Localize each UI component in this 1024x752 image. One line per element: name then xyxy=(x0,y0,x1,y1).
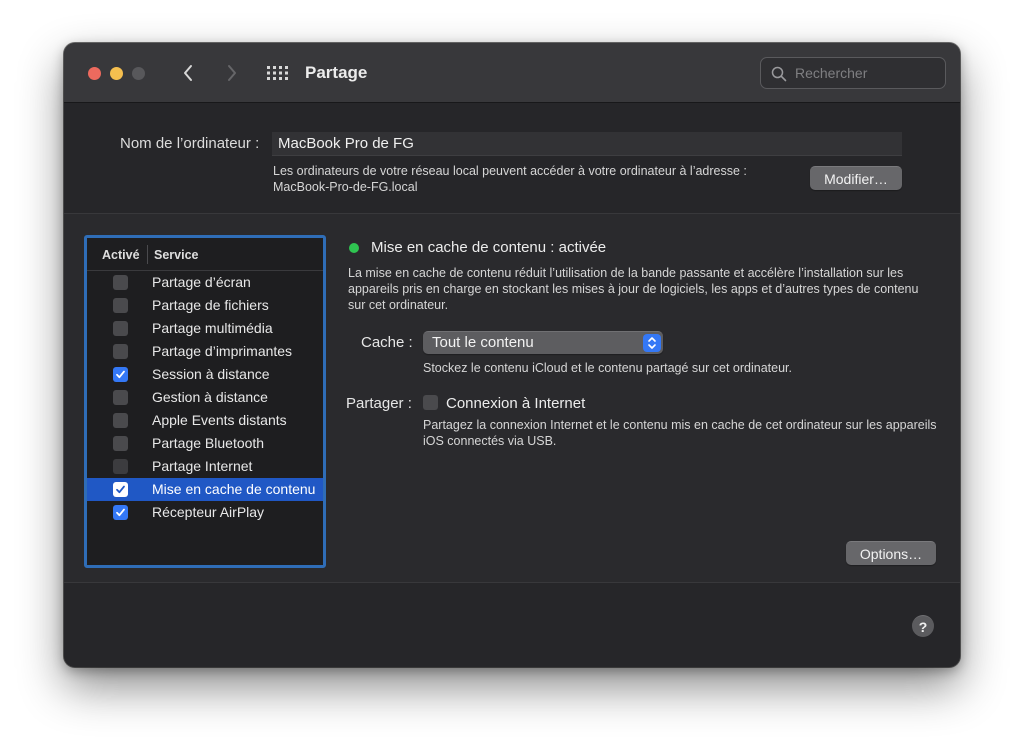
service-label: Partage Bluetooth xyxy=(152,435,265,451)
search-icon xyxy=(771,66,787,82)
bottom-bar: ? xyxy=(64,583,960,667)
service-row[interactable]: Partage de fichiers xyxy=(87,294,323,317)
checkmark-icon xyxy=(116,370,125,379)
service-checkbox[interactable] xyxy=(113,436,128,451)
service-row[interactable]: Partage multimédia xyxy=(87,317,323,340)
service-row[interactable]: Partage Internet xyxy=(87,455,323,478)
search-field[interactable] xyxy=(760,57,946,89)
services-section: Activé Service Partage d’écran Partage de… xyxy=(64,213,960,583)
share-note: Partagez la connexion Internet et le con… xyxy=(423,418,937,448)
services-list-header: Activé Service xyxy=(87,238,323,271)
window-title: Partage xyxy=(305,63,368,82)
service-label: Récepteur AirPlay xyxy=(152,504,265,520)
service-label: Gestion à distance xyxy=(152,389,268,405)
local-address: MacBook-Pro-de-FG.local xyxy=(273,180,418,194)
computer-name-label: Nom de l’ordinateur : xyxy=(120,135,260,152)
cache-popup-value: Tout le contenu xyxy=(432,334,534,351)
service-row[interactable]: Mise en cache de contenu xyxy=(87,478,323,501)
service-checkbox[interactable] xyxy=(113,275,128,290)
service-label: Partage de fichiers xyxy=(152,297,269,313)
search-input[interactable] xyxy=(795,58,941,88)
help-button[interactable]: ? xyxy=(912,615,934,637)
cache-label: Cache : xyxy=(361,334,413,351)
grid-icon xyxy=(267,66,288,80)
column-divider xyxy=(147,245,148,264)
service-checkbox[interactable] xyxy=(113,459,128,474)
options-button[interactable]: Options… xyxy=(846,541,936,565)
service-row[interactable]: Session à distance xyxy=(87,363,323,386)
service-checkbox[interactable] xyxy=(113,482,128,497)
status-title: Mise en cache de contenu : activée xyxy=(371,239,607,256)
service-label: Apple Events distants xyxy=(152,412,287,428)
share-label: Partager : xyxy=(346,395,412,412)
cache-popup-button[interactable]: Tout le contenu xyxy=(423,331,663,354)
service-checkbox[interactable] xyxy=(113,390,128,405)
service-label: Partage d’imprimantes xyxy=(152,343,293,359)
cache-note: Stockez le contenu iCloud et le contenu … xyxy=(423,361,792,375)
chevron-right-icon xyxy=(228,65,236,81)
chevron-left-icon xyxy=(184,65,192,81)
address-text: Les ordinateurs de votre réseau local pe… xyxy=(273,164,747,178)
services-rows: Partage d’écran Partage de fichiers Partag… xyxy=(87,271,323,524)
service-checkbox[interactable] xyxy=(113,505,128,520)
service-checkbox[interactable] xyxy=(113,344,128,359)
column-header-service[interactable]: Service xyxy=(154,248,198,262)
status-indicator-icon xyxy=(349,243,359,253)
services-list[interactable]: Activé Service Partage d’écran Partage de… xyxy=(84,235,326,568)
service-checkbox[interactable] xyxy=(113,367,128,382)
checkmark-icon xyxy=(116,485,125,494)
service-label: Partage Internet xyxy=(152,458,253,474)
titlebar: Partage xyxy=(64,43,960,103)
internet-connection-checkbox[interactable] xyxy=(423,395,438,410)
service-checkbox[interactable] xyxy=(113,321,128,336)
modify-button[interactable]: Modifier… xyxy=(810,166,902,190)
internet-connection-label[interactable]: Connexion à Internet xyxy=(446,395,585,412)
forward-button[interactable] xyxy=(220,61,244,85)
zoom-window-button[interactable] xyxy=(132,67,145,80)
close-window-button[interactable] xyxy=(88,67,101,80)
checkmark-icon xyxy=(116,508,125,517)
updown-arrows-icon xyxy=(643,334,661,352)
service-label: Mise en cache de contenu xyxy=(152,481,316,497)
service-row[interactable]: Partage Bluetooth xyxy=(87,432,323,455)
show-all-button[interactable] xyxy=(264,61,290,85)
back-button[interactable] xyxy=(176,61,200,85)
service-label: Partage multimédia xyxy=(152,320,273,336)
service-row[interactable]: Récepteur AirPlay xyxy=(87,501,323,524)
computer-name-section: Nom de l’ordinateur : MacBook Pro de FG … xyxy=(64,104,960,213)
computer-name-field[interactable]: MacBook Pro de FG xyxy=(272,132,902,156)
service-label: Partage d’écran xyxy=(152,274,251,290)
service-label: Session à distance xyxy=(152,366,270,382)
minimize-window-button[interactable] xyxy=(110,67,123,80)
service-row[interactable]: Gestion à distance xyxy=(87,386,323,409)
service-row[interactable]: Apple Events distants xyxy=(87,409,323,432)
system-preferences-window: Partage Nom de l’ordinateur : MacBook Pr… xyxy=(64,43,960,667)
service-checkbox[interactable] xyxy=(113,413,128,428)
address-description: Les ordinateurs de votre réseau local pe… xyxy=(273,163,813,195)
service-row[interactable]: Partage d’écran xyxy=(87,271,323,294)
service-checkbox[interactable] xyxy=(113,298,128,313)
service-row[interactable]: Partage d’imprimantes xyxy=(87,340,323,363)
service-description: La mise en cache de contenu réduit l’uti… xyxy=(348,266,919,312)
column-header-active[interactable]: Activé xyxy=(102,248,140,262)
